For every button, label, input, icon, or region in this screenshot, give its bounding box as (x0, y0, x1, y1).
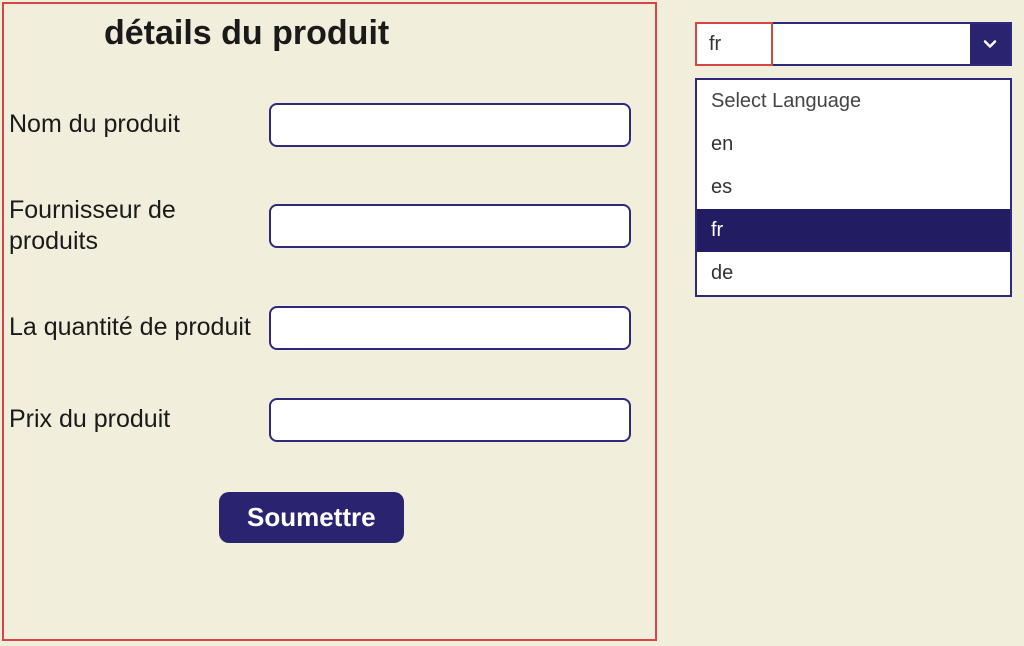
language-select-spacer (773, 24, 970, 64)
language-current-value: fr (695, 22, 773, 66)
label-price: Prix du produit (9, 404, 269, 435)
language-option-en[interactable]: en (697, 123, 1010, 166)
chevron-down-icon[interactable] (970, 24, 1010, 64)
row-product-name: Nom du produit (4, 103, 655, 147)
language-selector: fr Select Language en es fr de (695, 22, 1012, 297)
submit-button[interactable]: Soumettre (219, 492, 404, 543)
language-option-es[interactable]: es (697, 166, 1010, 209)
language-dropdown: Select Language en es fr de (695, 78, 1012, 297)
form-title: détails du produit (104, 14, 655, 53)
product-form-panel: détails du produit Nom du produit Fourni… (2, 2, 657, 641)
label-quantity: La quantité de produit (9, 312, 269, 343)
row-quantity: La quantité de produit (4, 306, 655, 350)
label-product-name: Nom du produit (9, 109, 269, 140)
row-price: Prix du produit (4, 398, 655, 442)
language-option-de[interactable]: de (697, 252, 1010, 295)
row-supplier: Fournisseur de produits (4, 195, 655, 258)
input-product-name[interactable] (269, 103, 631, 147)
input-price[interactable] (269, 398, 631, 442)
language-select-box[interactable]: fr (695, 22, 1012, 66)
label-supplier: Fournisseur de produits (9, 195, 269, 258)
input-supplier[interactable] (269, 204, 631, 248)
language-placeholder: Select Language (697, 80, 1010, 123)
submit-row: Soumettre (4, 492, 655, 543)
language-option-fr[interactable]: fr (697, 209, 1010, 252)
input-quantity[interactable] (269, 306, 631, 350)
